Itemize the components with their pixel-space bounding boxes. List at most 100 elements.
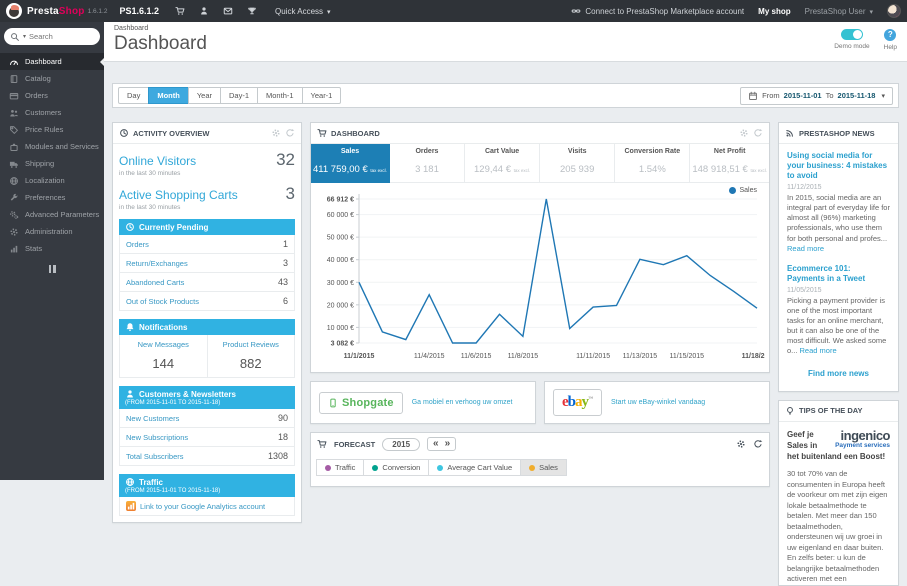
- marketplace-connect-link[interactable]: Connect to PrestaShop Marketplace accoun…: [571, 6, 744, 16]
- settings-icon[interactable]: [271, 128, 281, 138]
- prev-year-button[interactable]: «: [433, 438, 439, 450]
- active-carts-link[interactable]: Active Shopping Carts: [119, 188, 238, 202]
- search-input[interactable]: [29, 32, 90, 41]
- trophy-icon[interactable]: [247, 6, 257, 16]
- kpi-net-profit[interactable]: Net Profit 148 918,51 € tax excl.: [690, 144, 769, 183]
- filter-day-button[interactable]: Day: [118, 87, 150, 104]
- sidebar-item-orders[interactable]: Orders: [0, 87, 104, 104]
- article-excerpt: In 2015, social media are an integral pa…: [787, 193, 890, 253]
- read-more-link[interactable]: Read more: [787, 244, 824, 253]
- read-more-link[interactable]: Read more: [800, 346, 837, 355]
- cogs-icon: [9, 210, 19, 220]
- filter-day-1-button[interactable]: Day-1: [220, 87, 259, 104]
- settings-icon[interactable]: [739, 128, 749, 138]
- kpi-sales[interactable]: Sales 411 759,00 € tax excl.: [311, 144, 390, 183]
- users-icon: [9, 108, 19, 118]
- row-link[interactable]: Out of Stock Products: [126, 297, 199, 306]
- row-link[interactable]: New Subscriptions: [126, 433, 188, 442]
- prestashop-logo[interactable]: [6, 3, 22, 19]
- ebay-link[interactable]: Start uw eBay-winkel vandaag: [611, 399, 705, 406]
- sales-chart: Sales 3 082 € 10 000 € 20 000 € 30 000 € 40 …: [311, 183, 772, 372]
- sidebar-item-localization[interactable]: Localization: [0, 172, 104, 189]
- sidebar-item-label: Price Rules: [25, 125, 64, 134]
- refresh-icon[interactable]: [753, 439, 763, 449]
- shopgate-link[interactable]: Ga mobiel en verhoog uw omzet: [412, 399, 513, 406]
- filter-year-1-button[interactable]: Year-1: [301, 87, 342, 104]
- cart-icon: [317, 439, 327, 449]
- find-more-news-link[interactable]: Find more news: [787, 369, 890, 378]
- from-date: 2015-11-01: [783, 91, 822, 100]
- cart-icon[interactable]: [175, 6, 185, 16]
- filter-month-1-button[interactable]: Month-1: [257, 87, 303, 104]
- from-label: From: [762, 91, 780, 100]
- news-article: Ecommerce 101: Payments in a Tweet 11/05…: [787, 264, 890, 357]
- row-link[interactable]: New Customers: [126, 414, 179, 423]
- new-messages-value: 144: [152, 356, 175, 371]
- kpi-row: Sales 411 759,00 € tax excl. Orders 3 181 …: [311, 144, 769, 183]
- dashboard-panel: DASHBOARD Sales 411 759,00 € tax excl. Or…: [310, 122, 772, 373]
- sidebar-item-modules[interactable]: Modules and Services: [0, 138, 104, 155]
- shop-name[interactable]: PS1.6.1.2: [119, 6, 159, 16]
- kpi-orders[interactable]: Orders 3 181: [389, 144, 466, 183]
- tab-sales[interactable]: Sales: [520, 459, 567, 476]
- row-link[interactable]: Orders: [126, 240, 149, 249]
- article-title-link[interactable]: Ecommerce 101: Payments in a Tweet: [787, 264, 890, 284]
- settings-icon[interactable]: [736, 439, 746, 449]
- refresh-icon[interactable]: [285, 128, 295, 138]
- refresh-icon[interactable]: [753, 128, 763, 138]
- demo-mode-toggle[interactable]: [840, 29, 863, 40]
- sidebar-item-dashboard[interactable]: Dashboard: [0, 53, 104, 70]
- row-link[interactable]: Total Subscribers: [126, 452, 184, 461]
- search-scope-caret[interactable]: ▾: [23, 33, 26, 40]
- sidebar-item-label: Dashboard: [25, 57, 62, 66]
- page-header: Dashboard Dashboard Demo mode ? Help: [104, 22, 907, 62]
- help-icon[interactable]: ?: [884, 29, 897, 41]
- sidebar-item-shipping[interactable]: Shipping: [0, 155, 104, 172]
- filter-month-button[interactable]: Month: [148, 87, 189, 104]
- date-range-button[interactable]: From 2015-11-01 To 2015-11-18 ▾: [740, 86, 893, 105]
- sidebar-item-customers[interactable]: Customers: [0, 104, 104, 121]
- clock-icon: [125, 222, 135, 232]
- brand[interactable]: PrestaShop: [27, 6, 85, 17]
- sidebar-item-price-rules[interactable]: Price Rules: [0, 121, 104, 138]
- new-messages-link[interactable]: New Messages: [122, 340, 205, 349]
- tab-average-cart-value[interactable]: Average Cart Value: [428, 459, 522, 476]
- sidebar-collapse-button[interactable]: [45, 265, 59, 273]
- tab-traffic[interactable]: Traffic: [316, 459, 365, 476]
- legend-dot: [729, 187, 737, 194]
- sidebar-item-administration[interactable]: Administration: [0, 223, 104, 240]
- filter-year-button[interactable]: Year: [187, 87, 221, 104]
- person-icon[interactable]: [199, 6, 209, 16]
- kpi-visits[interactable]: Visits 205 939: [540, 144, 616, 183]
- google-analytics-link[interactable]: Link to your Google Analytics account: [126, 501, 265, 511]
- tab-conversion[interactable]: Conversion: [363, 459, 430, 476]
- online-visitors-link[interactable]: Online Visitors: [119, 154, 196, 168]
- quick-access-menu[interactable]: Quick Access ▾: [275, 7, 330, 16]
- user-menu[interactable]: PrestaShop User ▾: [805, 7, 873, 16]
- sidebar-item-preferences[interactable]: Preferences: [0, 189, 104, 206]
- user-avatar[interactable]: [887, 4, 901, 18]
- svg-text:11/4/2015: 11/4/2015: [414, 353, 445, 360]
- chart-legend[interactable]: Sales: [729, 187, 757, 194]
- sidebar-item-catalog[interactable]: Catalog: [0, 70, 104, 87]
- row-link[interactable]: Abandoned Carts: [126, 278, 184, 287]
- svg-text:11/6/2015: 11/6/2015: [461, 353, 492, 360]
- ingenico-logo[interactable]: ingenico Payment services: [822, 429, 890, 450]
- pending-row-orders: Orders 1: [119, 235, 295, 254]
- product-reviews-link[interactable]: Product Reviews: [210, 340, 293, 349]
- article-title-link[interactable]: Using social media for your business: 4 …: [787, 151, 890, 181]
- my-shop-link[interactable]: My shop: [758, 7, 790, 16]
- sidebar-search[interactable]: ▾: [4, 28, 100, 45]
- bell-icon: [125, 322, 135, 332]
- panel-title: FORECAST: [334, 439, 376, 449]
- row-value: 3: [282, 258, 288, 268]
- messages-icon[interactable]: [223, 6, 233, 16]
- row-link[interactable]: Return/Exchanges: [126, 259, 188, 268]
- kpi-conversion-rate[interactable]: Conversion Rate 1.54%: [615, 144, 691, 183]
- kpi-cart-value[interactable]: Cart Value 129,44 € tax excl.: [465, 144, 541, 183]
- ebay-logo[interactable]: ebay™: [553, 389, 603, 416]
- sidebar-item-advanced-parameters[interactable]: Advanced Parameters: [0, 206, 104, 223]
- sidebar-item-stats[interactable]: Stats: [0, 240, 104, 257]
- next-year-button[interactable]: »: [445, 438, 451, 450]
- shopgate-logo[interactable]: Shopgate: [319, 391, 403, 414]
